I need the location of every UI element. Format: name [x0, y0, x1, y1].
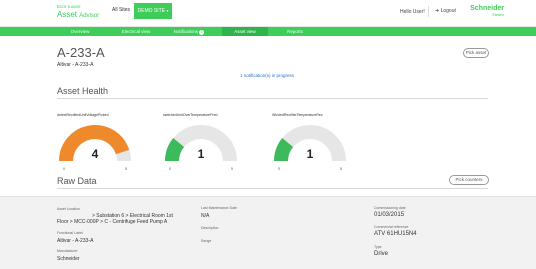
top-bar: Ecoτ ruxure Asset Advisor All Sites DEMO…	[0, 0, 536, 27]
raw-data-divider	[57, 188, 488, 189]
logout-button[interactable]: ➜ Logout	[428, 6, 456, 17]
asset-location-line2: Floor > MCC-000P > C - Centrifuge Feed P…	[57, 219, 168, 225]
range-label: Range	[201, 239, 212, 243]
gauge-min-label: 0	[278, 167, 280, 171]
gauge-max-label: 5	[125, 167, 127, 171]
asset-subtitle: Altivar - A-233-A	[57, 62, 94, 68]
notifications-in-progress-link[interactable]: 1 notification(s) in progress	[240, 73, 294, 78]
tab-notifications[interactable]: Notifications 1	[163, 27, 215, 36]
page-title: A-233-A	[57, 45, 105, 60]
pick-asset-button[interactable]: Pick asset	[463, 48, 489, 58]
gauge-value: 1	[197, 147, 205, 161]
all-sites-link[interactable]: All Sites	[112, 7, 130, 13]
tab-notifications-label: Notifications	[173, 29, 199, 34]
brand-sub-text: Advisor	[79, 13, 100, 19]
gauge-label: detectRectifiedUnitVoltagePicked	[57, 113, 109, 117]
asset-details-panel: Asset Location > Substation 6 > Electric…	[0, 196, 536, 269]
commissioning-date-label: Commissioning date	[374, 206, 406, 210]
type-label: Type	[374, 245, 382, 249]
manufacturer-value: Schneider	[57, 256, 80, 262]
type-value: Drive	[374, 251, 389, 257]
notifications-badge: 1	[199, 29, 205, 35]
gauge-min-label: 0	[169, 167, 171, 171]
gauge-value: 4	[91, 147, 99, 161]
tab-asset-view[interactable]: Asset view	[222, 27, 268, 36]
ecostruxure-logo[interactable]: Ecoτ ruxure Asset Advisor	[57, 4, 117, 21]
current-site-label: DEMO SITE	[137, 8, 166, 14]
last-maintenance-label: Last Maintenance Date	[201, 206, 237, 210]
gauge-card: WindedRectifierTemperatureRec 1 0 5	[272, 113, 380, 173]
current-site-dropdown[interactable]: DEMO SITE ▾	[134, 3, 172, 19]
gauge-min-label: 0	[63, 167, 65, 171]
gauge-fill	[274, 138, 294, 162]
gauge-max-label: 5	[231, 167, 233, 171]
gauge-max-label: 5	[340, 167, 342, 171]
user-greeting[interactable]: Hello User!	[400, 9, 425, 15]
tab-overview[interactable]: Overview	[60, 27, 100, 36]
commercial-reference-value: ATV 61HU15N4	[374, 231, 417, 237]
asset-location-label: Asset Location	[57, 207, 80, 211]
tab-electrical-view[interactable]: Electrical view	[113, 27, 159, 36]
manufacturer-label: Manufacturer	[57, 249, 78, 253]
brand-name: Asset Advisor	[57, 10, 117, 21]
gauge-card: detectRectifiedUnitVoltagePicked 4 0 5	[57, 113, 165, 173]
logout-icon: ➜	[435, 8, 440, 14]
gauge-label: WindedRectifierTemperatureRec	[272, 113, 323, 117]
tab-reports[interactable]: Reports	[280, 27, 310, 36]
logout-label: Logout	[440, 8, 456, 14]
commercial-reference-label: Commercial reference	[374, 225, 409, 229]
brand-main-text: Asset	[57, 10, 78, 19]
company-name: Schneider	[470, 5, 504, 12]
gauge-value: 1	[306, 147, 314, 161]
company-sub: Electric	[492, 13, 504, 17]
last-maintenance-value: N/A	[201, 213, 210, 219]
pick-counters-button[interactable]: Pick counters	[449, 175, 489, 185]
functional-label-value: Altivar - A-233-A	[57, 238, 94, 244]
gauge-card: switchedUnitOverTemperaturePred 1 0 5	[163, 113, 271, 173]
functional-label-label: Functional Label	[57, 231, 83, 235]
asset-health-divider	[57, 98, 488, 99]
commissioning-date-value: 01/03/2015	[374, 212, 405, 218]
chevron-down-icon: ▾	[166, 8, 169, 13]
raw-data-title: Raw Data	[57, 176, 97, 186]
main-nav: Overview Electrical view Notifications 1…	[0, 27, 536, 36]
asset-health-title: Asset Health	[57, 86, 109, 96]
description-label: Description	[201, 226, 219, 230]
schneider-electric-logo: Schneider Electric	[470, 5, 504, 17]
gauge-fill	[165, 138, 185, 162]
gauge-label: switchedUnitOverTemperaturePred	[163, 113, 218, 117]
